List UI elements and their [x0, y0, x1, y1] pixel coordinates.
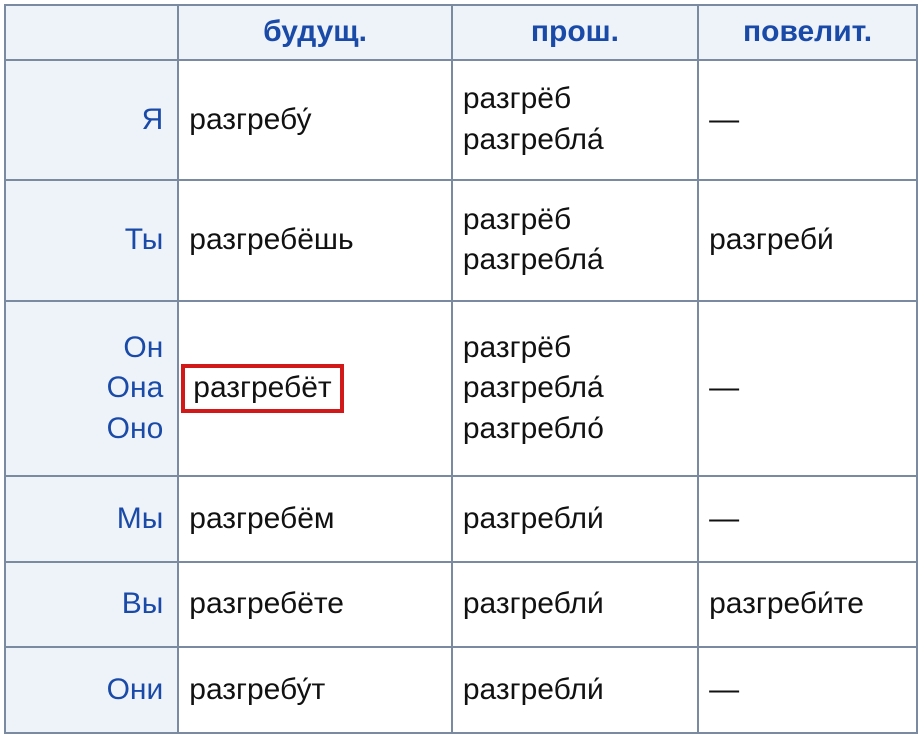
pronoun-1pl: Мы: [5, 476, 178, 562]
past-2sg-m: разгрёб: [463, 200, 687, 241]
past-2pl: разгребли́: [452, 562, 698, 648]
past-3sg-n: разгребло́: [463, 409, 687, 450]
imperative-3sg: —: [698, 301, 917, 477]
past-3pl: разгребли́: [452, 647, 698, 733]
pronoun-3sg-f: Она: [16, 368, 163, 409]
pronoun-3sg: Он Она Оно: [5, 301, 178, 477]
pronoun-2sg: Ты: [5, 180, 178, 301]
imperative-1pl: —: [698, 476, 917, 562]
future-3sg: разгребёт: [178, 301, 452, 477]
past-3sg: разгрёб разгребла́ разгребло́: [452, 301, 698, 477]
past-1sg-m: разгрёб: [463, 79, 687, 120]
row-1sg: Я разгребу́ разгрёб разгребла́ —: [5, 60, 917, 181]
past-3sg-m: разгрёб: [463, 328, 687, 369]
row-3pl: Они разгребу́т разгребли́ —: [5, 647, 917, 733]
imperative-2sg: разгреби́: [698, 180, 917, 301]
row-2pl: Вы разгребёте разгребли́ разгреби́те: [5, 562, 917, 648]
past-1pl: разгребли́: [452, 476, 698, 562]
imperative-3pl: —: [698, 647, 917, 733]
pronoun-3pl: Они: [5, 647, 178, 733]
pronoun-3sg-n: Оно: [16, 409, 163, 450]
row-3sg: Он Она Оно разгребёт разгрёб разгребла́ …: [5, 301, 917, 477]
imperative-1sg: —: [698, 60, 917, 181]
future-3pl: разгребу́т: [178, 647, 452, 733]
future-2pl: разгребёте: [178, 562, 452, 648]
past-2sg-f: разгребла́: [463, 240, 687, 281]
conjugation-table-wrap: будущ. прош. повелит. Я разгребу́ разгрё…: [0, 0, 922, 738]
future-3sg-highlighted: разгребёт: [181, 364, 343, 413]
future-1sg: разгребу́: [178, 60, 452, 181]
past-3sg-f: разгребла́: [463, 368, 687, 409]
header-imperative: повелит.: [698, 5, 917, 60]
imperative-2pl: разгреби́те: [698, 562, 917, 648]
header-future: будущ.: [178, 5, 452, 60]
future-1pl: разгребём: [178, 476, 452, 562]
future-2sg: разгребёшь: [178, 180, 452, 301]
header-blank: [5, 5, 178, 60]
row-2sg: Ты разгребёшь разгрёб разгребла́ разгреб…: [5, 180, 917, 301]
past-1sg-f: разгребла́: [463, 120, 687, 161]
header-row: будущ. прош. повелит.: [5, 5, 917, 60]
past-1sg: разгрёб разгребла́: [452, 60, 698, 181]
past-2sg: разгрёб разгребла́: [452, 180, 698, 301]
row-1pl: Мы разгребём разгребли́ —: [5, 476, 917, 562]
pronoun-1sg: Я: [5, 60, 178, 181]
pronoun-2pl: Вы: [5, 562, 178, 648]
conjugation-table: будущ. прош. повелит. Я разгребу́ разгрё…: [4, 4, 918, 734]
pronoun-3sg-m: Он: [16, 328, 163, 369]
header-past: прош.: [452, 5, 698, 60]
